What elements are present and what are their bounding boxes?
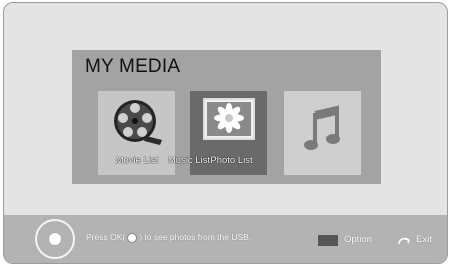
- photo-list-label: Photo List: [210, 155, 253, 166]
- my-media-panel: MY MEDIA Movie List Music List Photo Lis…: [72, 50, 381, 184]
- help-hint: Press OK( ) to see photos from the USB.: [86, 232, 251, 243]
- hint-prefix: Press OK(: [86, 232, 126, 242]
- back-arrow-icon[interactable]: [396, 236, 412, 246]
- movie-list-label: Movie List: [115, 155, 159, 166]
- ok-small-icon: [127, 232, 138, 243]
- option-label[interactable]: Option: [344, 234, 372, 245]
- footer-bar: Press OK( ) to see photos from the USB. O…: [4, 215, 447, 263]
- hint-suffix: ) to see photos from the USB.: [139, 232, 252, 242]
- flower-photo-icon: [202, 98, 255, 140]
- music-list-tile[interactable]: [284, 91, 361, 175]
- exit-label[interactable]: Exit: [416, 234, 432, 245]
- music-list-label: Music List: [167, 155, 211, 166]
- option-key-icon[interactable]: [318, 235, 338, 246]
- page-title: MY MEDIA: [85, 56, 181, 77]
- ok-button-icon[interactable]: [35, 219, 75, 259]
- music-note-icon: [303, 105, 340, 150]
- ok-center-icon: [48, 232, 62, 246]
- tv-screen: MY MEDIA Movie List Music List Photo Lis…: [3, 2, 448, 264]
- film-reel-icon: [113, 100, 162, 145]
